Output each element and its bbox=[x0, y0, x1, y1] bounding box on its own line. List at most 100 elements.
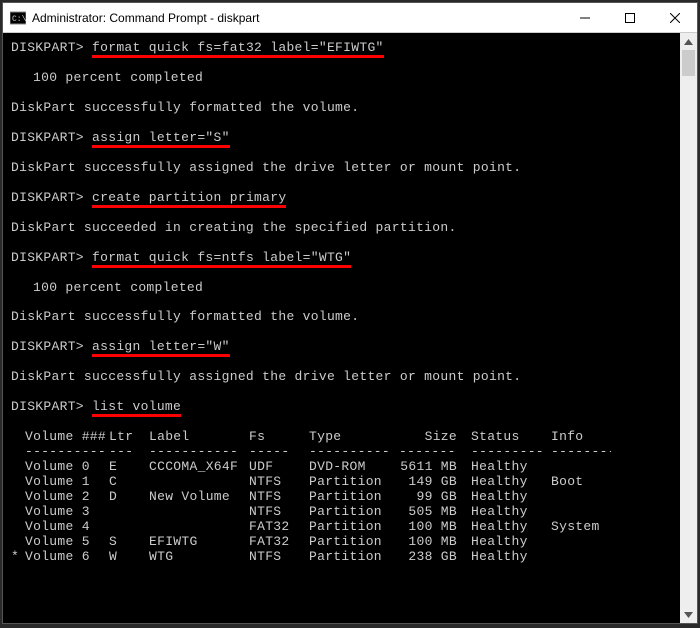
cell: DVD-ROM bbox=[309, 460, 399, 475]
cell bbox=[149, 505, 249, 520]
cell: --- bbox=[109, 445, 149, 460]
blank-line bbox=[11, 86, 676, 101]
cell: Fs bbox=[249, 430, 309, 445]
cell: Volume 4 bbox=[19, 520, 109, 535]
scroll-down-button[interactable] bbox=[680, 606, 697, 623]
cell: Volume 6 bbox=[19, 550, 109, 565]
cell: E bbox=[109, 460, 149, 475]
table-row: Volume 5SEFIWTGFAT32Partition100 MBHealt… bbox=[11, 535, 676, 550]
cell: C bbox=[109, 475, 149, 490]
cell bbox=[149, 520, 249, 535]
cell: Label bbox=[149, 430, 249, 445]
cell bbox=[109, 520, 149, 535]
output-line: 100 percent completed bbox=[11, 281, 676, 296]
terminal-output[interactable]: DISKPART> format quick fs=fat32 label="E… bbox=[3, 33, 680, 623]
cell: ----------- bbox=[149, 445, 249, 460]
cell: EFIWTG bbox=[149, 535, 249, 550]
command-text: assign letter="W" bbox=[92, 339, 230, 354]
cell: Healthy bbox=[471, 535, 551, 550]
cell: NTFS bbox=[249, 475, 309, 490]
cell: System bbox=[551, 520, 611, 535]
output-line: DiskPart successfully assigned the drive… bbox=[11, 370, 676, 385]
minimize-button[interactable] bbox=[562, 3, 607, 32]
window-controls bbox=[562, 3, 697, 32]
scroll-thumb[interactable] bbox=[682, 50, 695, 76]
cell: NTFS bbox=[249, 505, 309, 520]
close-button[interactable] bbox=[652, 3, 697, 32]
cell: Healthy bbox=[471, 520, 551, 535]
cell: ------- bbox=[399, 445, 471, 460]
blank-line bbox=[11, 415, 676, 430]
prompt: DISKPART> bbox=[11, 339, 92, 354]
console-window: C:\ Administrator: Command Prompt - disk… bbox=[2, 2, 698, 624]
output-line: DiskPart successfully formatted the volu… bbox=[11, 310, 676, 325]
cell: FAT32 bbox=[249, 520, 309, 535]
cell: Volume 3 bbox=[19, 505, 109, 520]
cell: Partition bbox=[309, 535, 399, 550]
blank-line bbox=[11, 116, 676, 131]
cell: Volume 0 bbox=[19, 460, 109, 475]
cell: ---------- bbox=[19, 445, 109, 460]
cell: Partition bbox=[309, 520, 399, 535]
scrollbar[interactable] bbox=[680, 33, 697, 623]
cell: ---------- bbox=[309, 445, 399, 460]
scroll-track[interactable] bbox=[680, 50, 697, 606]
prompt-line: DISKPART> format quick fs=ntfs label="WT… bbox=[11, 251, 676, 266]
table-row: Volume 0ECCCOMA_X64FUDFDVD-ROM5611 MBHea… bbox=[11, 460, 676, 475]
cell bbox=[11, 490, 19, 505]
table-row: Volume 1CNTFSPartition149 GBHealthyBoot bbox=[11, 475, 676, 490]
table-separator: ----------------------------------------… bbox=[11, 445, 676, 460]
cell: Type bbox=[309, 430, 399, 445]
cell bbox=[11, 475, 19, 490]
cell: D bbox=[109, 490, 149, 505]
svg-text:C:\: C:\ bbox=[12, 15, 26, 24]
cell: Healthy bbox=[471, 475, 551, 490]
blank-line bbox=[11, 355, 676, 370]
cell: Volume 1 bbox=[19, 475, 109, 490]
cell: --------- bbox=[471, 445, 551, 460]
command-text: format quick fs=fat32 label="EFIWTG" bbox=[92, 40, 384, 55]
content-area: DISKPART> format quick fs=fat32 label="E… bbox=[3, 33, 697, 623]
prompt: DISKPART> bbox=[11, 190, 92, 205]
cell: 100 MB bbox=[399, 520, 471, 535]
blank-line bbox=[11, 146, 676, 161]
prompt-line: DISKPART> format quick fs=fat32 label="E… bbox=[11, 41, 676, 56]
cell: S bbox=[109, 535, 149, 550]
cell: WTG bbox=[149, 550, 249, 565]
prompt: DISKPART> bbox=[11, 40, 92, 55]
output-line: DiskPart successfully formatted the volu… bbox=[11, 101, 676, 116]
cell: UDF bbox=[249, 460, 309, 475]
maximize-button[interactable] bbox=[607, 3, 652, 32]
prompt: DISKPART> bbox=[11, 399, 92, 414]
cell: Info bbox=[551, 430, 611, 445]
titlebar[interactable]: C:\ Administrator: Command Prompt - disk… bbox=[3, 3, 697, 33]
cell: ----- bbox=[249, 445, 309, 460]
cell: 100 MB bbox=[399, 535, 471, 550]
cell bbox=[551, 535, 611, 550]
cell bbox=[551, 550, 611, 565]
blank-line bbox=[11, 206, 676, 221]
cell: Healthy bbox=[471, 505, 551, 520]
command-text: create partition primary bbox=[92, 190, 286, 205]
cell: 238 GB bbox=[399, 550, 471, 565]
scroll-up-button[interactable] bbox=[680, 33, 697, 50]
command-text: format quick fs=ntfs label="WTG" bbox=[92, 250, 351, 265]
output-line: DiskPart successfully assigned the drive… bbox=[11, 161, 676, 176]
cmd-icon: C:\ bbox=[10, 10, 26, 26]
cell: Healthy bbox=[471, 550, 551, 565]
prompt: DISKPART> bbox=[11, 250, 92, 265]
cell: NTFS bbox=[249, 490, 309, 505]
cell: 5611 MB bbox=[399, 460, 471, 475]
window-title: Administrator: Command Prompt - diskpart bbox=[32, 11, 562, 25]
cell bbox=[551, 505, 611, 520]
cell: W bbox=[109, 550, 149, 565]
blank-line bbox=[11, 236, 676, 251]
cell: 99 GB bbox=[399, 490, 471, 505]
cell bbox=[11, 430, 19, 445]
cell: NTFS bbox=[249, 550, 309, 565]
command-text: assign letter="S" bbox=[92, 130, 230, 145]
table-row: *Volume 6WWTGNTFSPartition238 GBHealthy bbox=[11, 550, 676, 565]
output-line: DiskPart succeeded in creating the speci… bbox=[11, 221, 676, 236]
blank-line bbox=[11, 56, 676, 71]
cell: Status bbox=[471, 430, 551, 445]
